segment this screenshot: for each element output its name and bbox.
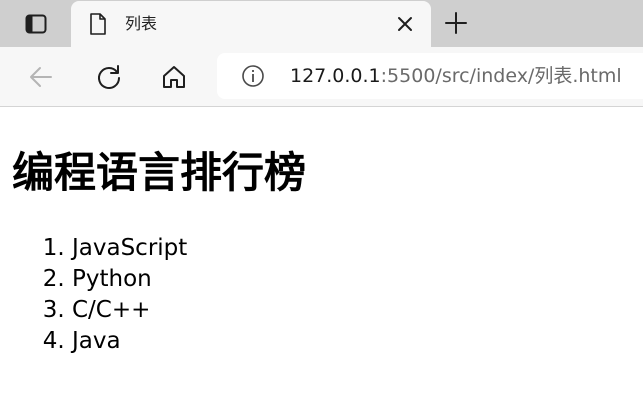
address-bar[interactable]: 127.0.0.1:5500/src/index/列表.html [217, 53, 643, 99]
browser-toolbar: 127.0.0.1:5500/src/index/列表.html [0, 47, 643, 107]
close-icon[interactable] [395, 14, 415, 34]
back-arrow-icon[interactable] [27, 63, 55, 91]
reload-icon[interactable] [95, 63, 123, 91]
plus-icon[interactable] [444, 11, 468, 35]
tab-strip: 列表 [0, 0, 643, 47]
browser-tab[interactable]: 列表 [71, 1, 431, 47]
list-item: Java [72, 326, 187, 357]
tab-title: 列表 [125, 14, 158, 33]
url-host: 127.0.0.1 [290, 65, 381, 87]
list-item: C/C++ [72, 295, 187, 326]
url-text: 127.0.0.1:5500/src/index/列表.html [290, 64, 622, 88]
info-icon[interactable] [241, 64, 265, 88]
list-item: JavaScript [72, 233, 187, 264]
list-item: Python [72, 264, 187, 295]
document-icon [90, 13, 106, 35]
home-icon[interactable] [160, 63, 188, 91]
tab-actions-icon [25, 14, 47, 34]
page-content: 编程语言排行榜 JavaScript Python C/C++ Java [0, 107, 643, 406]
url-path: :5500/src/index/列表.html [380, 65, 622, 87]
page-heading: 编程语言排行榜 [12, 148, 307, 197]
tab-actions-button[interactable] [18, 13, 54, 35]
language-list: JavaScript Python C/C++ Java [0, 233, 187, 357]
